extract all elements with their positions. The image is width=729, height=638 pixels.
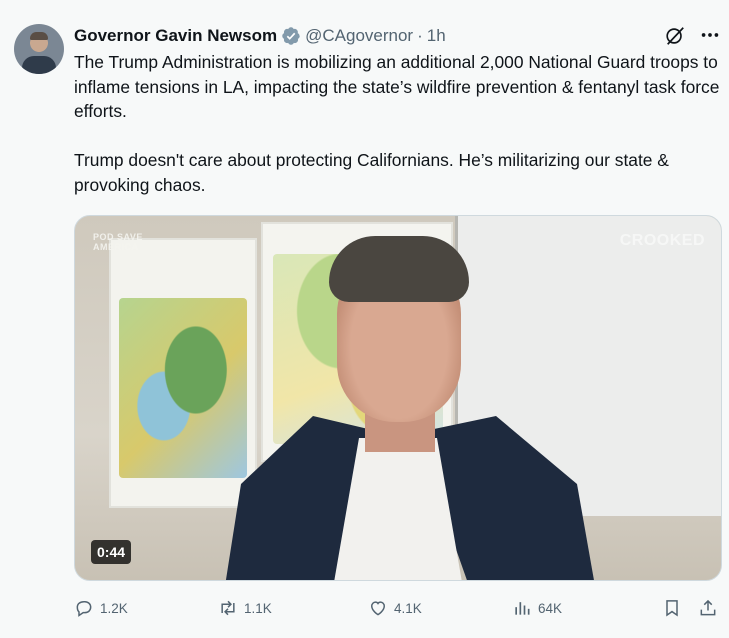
avatar-hair xyxy=(30,32,48,40)
repost-icon xyxy=(221,600,235,616)
tweet-paragraph-1: The Trump Administration is mobilizing a… xyxy=(74,52,720,121)
like-count: 4.1K xyxy=(394,600,422,616)
video-duration: 0:44 xyxy=(91,540,132,564)
more-icon[interactable] xyxy=(698,24,722,46)
grok-icon[interactable] xyxy=(664,25,686,47)
author-name[interactable]: Governor Gavin Newsom xyxy=(74,26,277,46)
bookmark-icon xyxy=(666,600,678,617)
reply-icon xyxy=(76,601,92,617)
verified-badge-icon[interactable] xyxy=(281,26,301,46)
views-icon xyxy=(515,602,530,615)
heart-icon xyxy=(370,601,386,616)
tweet-actions: 1.2K 1.1K 4.1K 64K xyxy=(74,596,724,620)
avatar-body xyxy=(22,56,56,74)
reply-count: 1.2K xyxy=(100,600,128,616)
reply-button[interactable]: 1.2K xyxy=(74,596,128,620)
share-icon xyxy=(700,599,716,616)
share-button[interactable] xyxy=(698,596,718,620)
video-wall-map-left xyxy=(109,238,257,508)
video-watermark-pod-save-america: POD SAVE AMERICA xyxy=(93,232,143,252)
views-count: 64K xyxy=(538,600,563,616)
views-button[interactable]: 64K xyxy=(512,596,562,620)
video-watermark-crooked: CROOKED xyxy=(619,232,705,249)
tweet[interactable]: Governor Gavin Newsom @CAgovernor · 1h T… xyxy=(0,0,729,638)
header-separator: · xyxy=(417,26,423,45)
tweet-timestamp[interactable]: 1h xyxy=(427,26,446,46)
author-handle[interactable]: @CAgovernor xyxy=(305,26,413,46)
bookmark-button[interactable] xyxy=(662,596,682,620)
repost-count: 1.1K xyxy=(244,600,272,616)
like-button[interactable]: 4.1K xyxy=(368,596,422,620)
repost-button[interactable]: 1.1K xyxy=(218,596,272,620)
tweet-text: The Trump Administration is mobilizing a… xyxy=(74,50,724,197)
video-player[interactable]: POD SAVE AMERICA CROOKED 0:44 xyxy=(74,215,722,581)
tweet-paragraph-2: Trump doesn't care about protecting Cali… xyxy=(74,150,669,195)
avatar[interactable] xyxy=(14,24,64,74)
video-person-hair xyxy=(329,236,469,302)
tweet-header: Governor Gavin Newsom @CAgovernor · 1h xyxy=(74,24,446,48)
